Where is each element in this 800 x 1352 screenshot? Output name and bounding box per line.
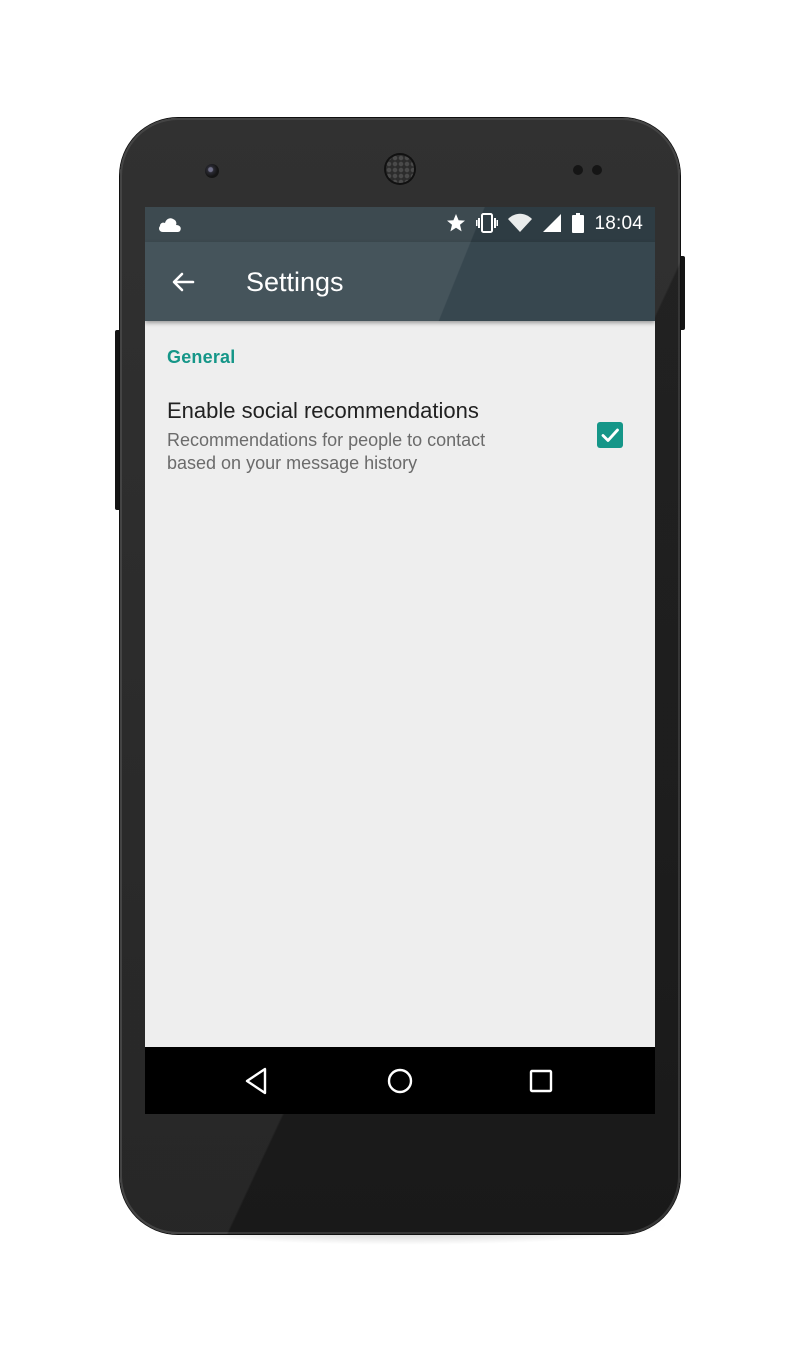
wifi-icon — [508, 213, 533, 235]
nav-recents-button[interactable] — [524, 1064, 558, 1098]
vibrate-icon — [476, 213, 499, 235]
back-triangle-icon — [245, 1067, 267, 1095]
social-recommendations-checkbox[interactable] — [597, 422, 623, 448]
preference-title: Enable social recommendations — [167, 398, 479, 423]
proximity-sensor — [573, 165, 583, 175]
back-button[interactable] — [165, 264, 201, 300]
light-sensor — [592, 165, 602, 175]
star-icon — [446, 213, 466, 235]
device-mockup: 18:04 Settings General Enable social rec… — [0, 0, 800, 1352]
section-header-general: General — [167, 347, 236, 367]
cell-signal-icon — [542, 213, 562, 235]
home-circle-icon — [387, 1068, 413, 1094]
preference-social-recommendations[interactable]: Enable social recommendations Recommenda… — [145, 387, 655, 487]
status-bar: 18:04 — [145, 207, 655, 242]
status-clock: 18:04 — [594, 213, 643, 234]
recents-square-icon — [529, 1069, 553, 1093]
phone-screen: 18:04 Settings General Enable social rec… — [145, 207, 655, 1114]
earpiece-speaker — [386, 155, 414, 183]
navigation-bar — [145, 1047, 655, 1114]
preference-summary-line2: based on your message history — [167, 453, 418, 473]
cloud-icon — [157, 215, 183, 237]
app-bar: Settings — [145, 242, 655, 321]
preference-summary-line1: Recommendations for people to contact — [167, 430, 486, 450]
front-camera — [205, 164, 219, 178]
status-icons: 18:04 — [446, 213, 643, 235]
nav-home-button[interactable] — [383, 1064, 417, 1098]
preference-summary: Recommendations for people to contact ba… — [167, 429, 567, 475]
page-title: Settings — [246, 267, 344, 297]
arrow-back-icon — [172, 272, 195, 292]
checkmark-icon — [601, 428, 619, 442]
battery-icon — [572, 213, 585, 235]
nav-back-button[interactable] — [240, 1064, 274, 1098]
